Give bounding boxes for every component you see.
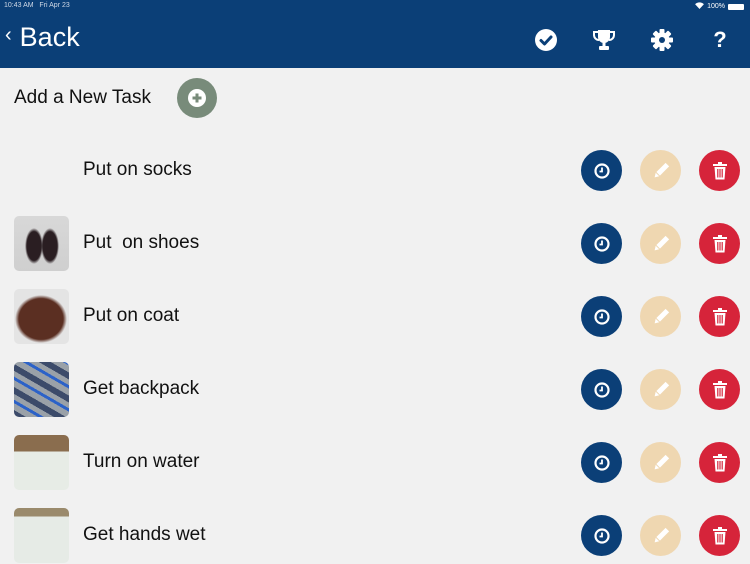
gear-icon	[651, 29, 673, 51]
backpack-photo	[14, 362, 69, 417]
status-date: Fri Apr 23	[39, 2, 70, 9]
socks-photo	[14, 143, 69, 198]
timer-button[interactable]	[581, 150, 622, 191]
task-row: Get hands wet	[0, 508, 750, 564]
clock-icon	[593, 308, 610, 325]
pencil-icon	[654, 308, 669, 323]
shoes-photo	[14, 216, 69, 271]
clock-icon	[593, 454, 610, 471]
pencil-icon	[654, 381, 669, 396]
trash-icon	[712, 453, 727, 471]
question-icon: ?	[713, 27, 727, 52]
task-row: Put on socks	[0, 143, 750, 199]
delete-button[interactable]	[699, 369, 740, 410]
trash-icon	[712, 234, 727, 252]
clock-icon	[593, 235, 610, 252]
timer-button[interactable]	[581, 223, 622, 264]
edit-button[interactable]	[640, 369, 681, 410]
help-button[interactable]: ?	[707, 27, 733, 53]
pencil-icon	[654, 527, 669, 542]
task-label: Put on shoes	[83, 232, 200, 253]
task-row: Put on shoes	[0, 216, 750, 272]
battery-icon	[728, 3, 744, 10]
settings-button[interactable]	[649, 27, 675, 53]
wet-hands-photo	[14, 508, 69, 563]
delete-button[interactable]	[699, 442, 740, 483]
edit-button[interactable]	[640, 515, 681, 556]
trash-icon	[712, 380, 727, 398]
task-label: Put on coat	[83, 305, 180, 326]
back-button[interactable]: ‹ Back	[5, 22, 80, 53]
timer-button[interactable]	[581, 515, 622, 556]
task-row: Turn on water	[0, 435, 750, 491]
plus-circle-icon	[187, 89, 206, 107]
trophy-icon	[593, 30, 615, 50]
trash-icon	[712, 526, 727, 544]
task-label: Get hands wet	[83, 524, 206, 545]
delete-button[interactable]	[699, 150, 740, 191]
edit-button[interactable]	[640, 296, 681, 337]
edit-button[interactable]	[640, 223, 681, 264]
delete-button[interactable]	[699, 223, 740, 264]
add-task-row: Add a New Task	[14, 78, 217, 118]
status-bar-right: 100%	[695, 2, 744, 11]
chevron-left-icon: ‹	[5, 24, 12, 46]
pencil-icon	[654, 235, 669, 250]
trash-icon	[712, 161, 727, 179]
timer-button[interactable]	[581, 442, 622, 483]
clock-icon	[593, 162, 610, 179]
faucet-photo	[14, 435, 69, 490]
complete-button[interactable]	[533, 27, 559, 53]
trash-icon	[712, 307, 727, 325]
task-row: Get backpack	[0, 362, 750, 418]
pencil-icon	[654, 162, 669, 177]
coat-photo	[14, 289, 69, 344]
task-label: Get backpack	[83, 378, 200, 399]
timer-button[interactable]	[581, 296, 622, 337]
status-time: 10:43 AM	[4, 2, 34, 9]
delete-button[interactable]	[699, 515, 740, 556]
edit-button[interactable]	[640, 150, 681, 191]
wifi-icon	[695, 2, 704, 11]
status-bar-left: 10:43 AM Fri Apr 23	[4, 2, 70, 9]
pencil-icon	[654, 454, 669, 469]
edit-button[interactable]	[640, 442, 681, 483]
delete-button[interactable]	[699, 296, 740, 337]
header-bar: 10:43 AM Fri Apr 23 100% ‹ Back ?	[0, 0, 750, 68]
add-task-button[interactable]	[176, 78, 217, 118]
rewards-button[interactable]	[591, 27, 617, 53]
clock-icon	[593, 381, 610, 398]
task-label: Put on socks	[83, 159, 192, 180]
checkmark-circle-icon	[535, 29, 557, 51]
add-task-label: Add a New Task	[14, 87, 151, 108]
task-label: Turn on water	[83, 451, 200, 472]
clock-icon	[593, 527, 610, 544]
back-label: Back	[19, 22, 80, 52]
timer-button[interactable]	[581, 369, 622, 410]
task-row: Put on coat	[0, 289, 750, 345]
battery-percent: 100%	[707, 3, 725, 10]
